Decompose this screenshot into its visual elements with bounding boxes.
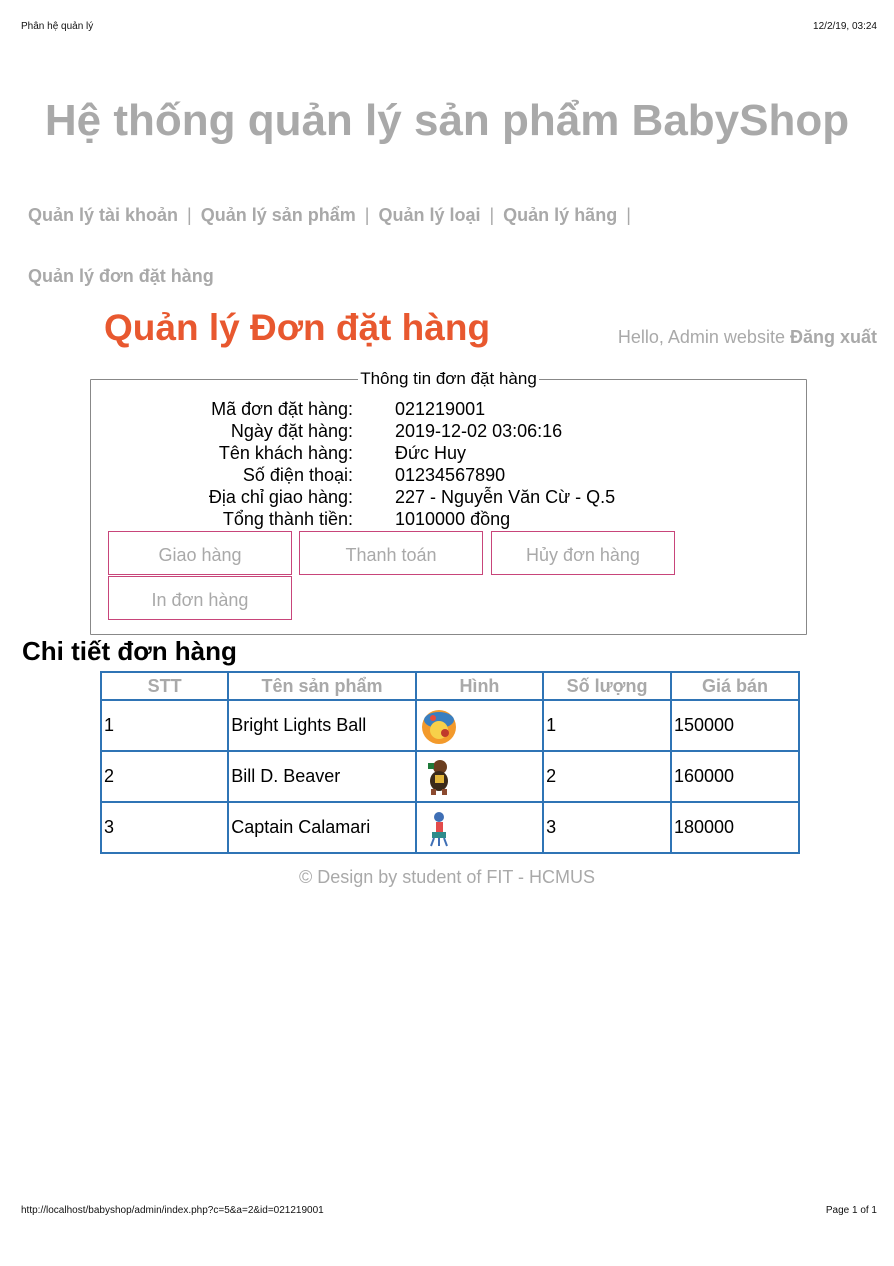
site-title: Hệ thống quản lý sản phẩm BabyShop <box>44 96 850 145</box>
column-header-product-name: Tên sản phẩm <box>227 671 417 701</box>
address-row: Địa chỉ giao hàng: 227 - Nguyễn Văn Cừ -… <box>91 486 806 508</box>
cell-image <box>414 801 545 854</box>
nav-item-orders[interactable]: Quản lý đơn đặt hàng <box>28 266 214 286</box>
order-info-panel: Thông tin đơn đặt hàng Mã đơn đặt hàng: … <box>90 369 807 635</box>
order-date-row: Ngày đặt hàng: 2019-12-02 03:06:16 <box>91 420 806 442</box>
cell-quantity: 2 <box>542 750 672 803</box>
order-date-label: Ngày đặt hàng: <box>230 421 353 441</box>
nav-item-products[interactable]: Quản lý sản phẩm <box>201 205 356 225</box>
table-row: 3 Captain Calamari 3 180000 <box>99 801 801 854</box>
order-detail-table: STT Tên sản phẩm Hình Số lượng Giá bán 1… <box>99 671 801 854</box>
print-page-number: Page 1 of 1 <box>825 1205 877 1216</box>
product-image-calamari <box>429 811 448 846</box>
pay-button[interactable]: Thanh toán <box>299 531 483 575</box>
column-header-stt: STT <box>99 671 230 701</box>
order-info-legend: Thông tin đơn đặt hàng <box>91 369 806 389</box>
address-label: Địa chỉ giao hàng: <box>208 487 353 507</box>
nav-item-accounts[interactable]: Quản lý tài khoản <box>28 205 178 225</box>
column-header-price: Giá bán <box>669 671 801 701</box>
main-nav-row2: Quản lý đơn đặt hàng <box>28 266 214 287</box>
cell-price: 180000 <box>669 801 801 854</box>
deliver-button[interactable]: Giao hàng <box>108 531 292 575</box>
print-page-title: Phân hệ quản lý <box>21 21 94 32</box>
cell-product-name: Bill D. Beaver <box>227 750 417 803</box>
cell-price: 160000 <box>669 750 801 803</box>
column-header-image: Hình <box>414 671 545 701</box>
print-url: http://localhost/babyshop/admin/index.ph… <box>21 1205 324 1216</box>
cell-product-name: Captain Calamari <box>227 801 417 854</box>
cell-image <box>414 699 545 752</box>
greeting-text: Hello, Admin website <box>617 327 785 347</box>
nav-separator: | <box>489 205 495 225</box>
cancel-order-button[interactable]: Hủy đơn hàng <box>491 531 675 575</box>
phone-value: 01234567890 <box>395 465 506 485</box>
phone-row: Số điện thoại: 01234567890 <box>91 464 806 486</box>
order-date-value: 2019-12-02 03:06:16 <box>395 421 563 441</box>
nav-separator: | <box>626 205 631 225</box>
phone-label: Số điện thoại: <box>242 465 353 485</box>
customer-name-value: Đức Huy <box>395 443 467 463</box>
print-datetime: 12/2/19, 03:24 <box>813 21 877 32</box>
nav-separator: | <box>364 205 370 225</box>
order-id-row: Mã đơn đặt hàng: 021219001 <box>91 398 806 420</box>
table-row: 2 Bill D. Beaver 2 160000 <box>99 750 801 803</box>
nav-item-categories[interactable]: Quản lý loại <box>378 205 480 225</box>
total-row: Tổng thành tiền: 1010000 đồng <box>91 508 806 530</box>
customer-name-row: Tên khách hàng: Đức Huy <box>91 442 806 464</box>
order-detail-heading: Chi tiết đơn hàng <box>22 636 237 666</box>
page-title: Quản lý Đơn đặt hàng <box>104 307 491 348</box>
order-id-label: Mã đơn đặt hàng: <box>211 399 353 419</box>
nav-item-brands[interactable]: Quản lý hãng <box>503 205 617 225</box>
cell-quantity: 1 <box>542 699 672 752</box>
customer-name-label: Tên khách hàng: <box>218 443 353 463</box>
main-nav: Quản lý tài khoản | Quản lý sản phẩm | Quản … <box>28 205 640 226</box>
copyright-footer: © Design by student of FIT - HCMUS <box>298 867 596 887</box>
column-header-quantity: Số lượng <box>542 671 672 701</box>
cell-quantity: 3 <box>542 801 672 854</box>
user-greeting: Hello, Admin website Đăng xuất <box>618 327 877 348</box>
cell-stt: 2 <box>99 750 230 803</box>
cell-price: 150000 <box>669 699 801 752</box>
cell-product-name: Bright Lights Ball <box>227 699 417 752</box>
total-label: Tổng thành tiền: <box>222 509 353 529</box>
address-value: 227 - Nguyễn Văn Cừ - Q.5 <box>395 487 616 507</box>
order-info-legend-text: Thông tin đơn đặt hàng <box>358 369 539 388</box>
print-order-button[interactable]: In đơn hàng <box>108 576 292 620</box>
product-image-ball <box>421 709 456 744</box>
table-row: 1 Bright Lights Ball 1 150000 <box>99 699 801 752</box>
table-header-row: STT Tên sản phẩm Hình Số lượng Giá bán <box>99 671 801 701</box>
nav-separator: | <box>187 205 192 225</box>
cell-stt: 3 <box>99 801 230 854</box>
product-image-beaver <box>427 759 448 795</box>
cell-image <box>414 750 545 803</box>
total-value: 1010000 đồng <box>395 509 511 529</box>
logout-link[interactable]: Đăng xuất <box>790 327 877 347</box>
cell-stt: 1 <box>99 699 230 752</box>
order-id-value: 021219001 <box>395 399 486 419</box>
